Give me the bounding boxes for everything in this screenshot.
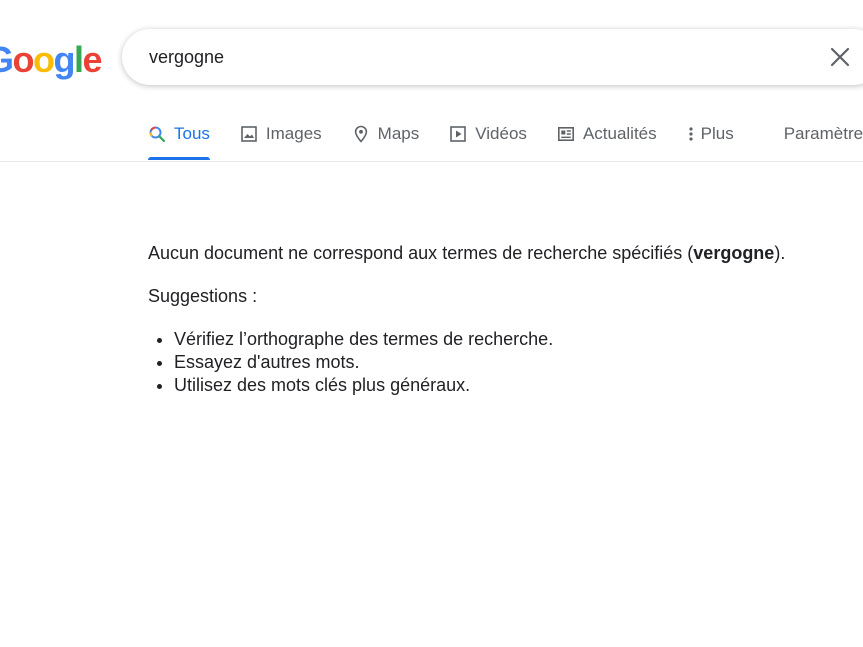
tab-label: Maps [377,124,420,143]
list-item: Utilisez des mots clés plus généraux. [174,374,863,397]
logo-letter: o [33,39,55,80]
suggestions-list: Vérifiez l’orthographe des termes de rec… [148,328,863,397]
tab-news[interactable]: Actualités [557,112,657,156]
tab-label: Images [265,124,322,143]
search-results-page: Google Tous [0,0,863,647]
tab-maps[interactable]: Maps [352,112,420,156]
suggestions-title: Suggestions : [148,286,258,306]
logo-letter: e [82,39,103,80]
search-tabs: Tous Images Maps Vidéos Actualités Plus … [148,112,863,160]
logo-letter: l [74,39,84,80]
search-box [122,29,863,85]
map-pin-icon [352,125,370,143]
list-item: Essayez d'autres mots. [174,351,863,374]
logo-letter: G [0,39,14,80]
tab-more[interactable]: Plus [687,112,734,156]
google-logo[interactable]: Google [0,38,103,82]
tab-label: Actualités [582,124,657,143]
tab-videos[interactable]: Vidéos [449,112,527,156]
tab-settings[interactable]: Paramètres [784,112,863,156]
no-result-message: Aucun document ne correspond aux termes … [148,242,863,265]
close-icon [830,47,850,67]
tab-label: Plus [700,124,734,143]
tab-images[interactable]: Images [240,112,322,156]
tab-all[interactable]: Tous [148,112,210,160]
tab-label: Paramètres [783,124,863,143]
tab-label: Tous [174,124,210,143]
header-divider [0,161,863,162]
no-result-suffix: ). [774,243,786,263]
image-icon [240,125,258,143]
results-area: Aucun document ne correspond aux termes … [148,242,863,397]
logo-letter: o [12,39,35,80]
more-vertical-icon [687,125,695,143]
logo-letter: g [53,39,76,80]
clear-search-button[interactable] [828,45,852,69]
list-item: Vérifiez l’orthographe des termes de rec… [174,328,863,351]
search-icon [148,125,166,143]
news-icon [557,125,575,143]
search-input[interactable] [149,29,789,85]
tab-label: Vidéos [475,124,527,143]
query-term: vergogne [693,243,775,263]
play-video-icon [449,125,467,143]
no-result-prefix: Aucun document ne correspond aux termes … [148,243,694,263]
